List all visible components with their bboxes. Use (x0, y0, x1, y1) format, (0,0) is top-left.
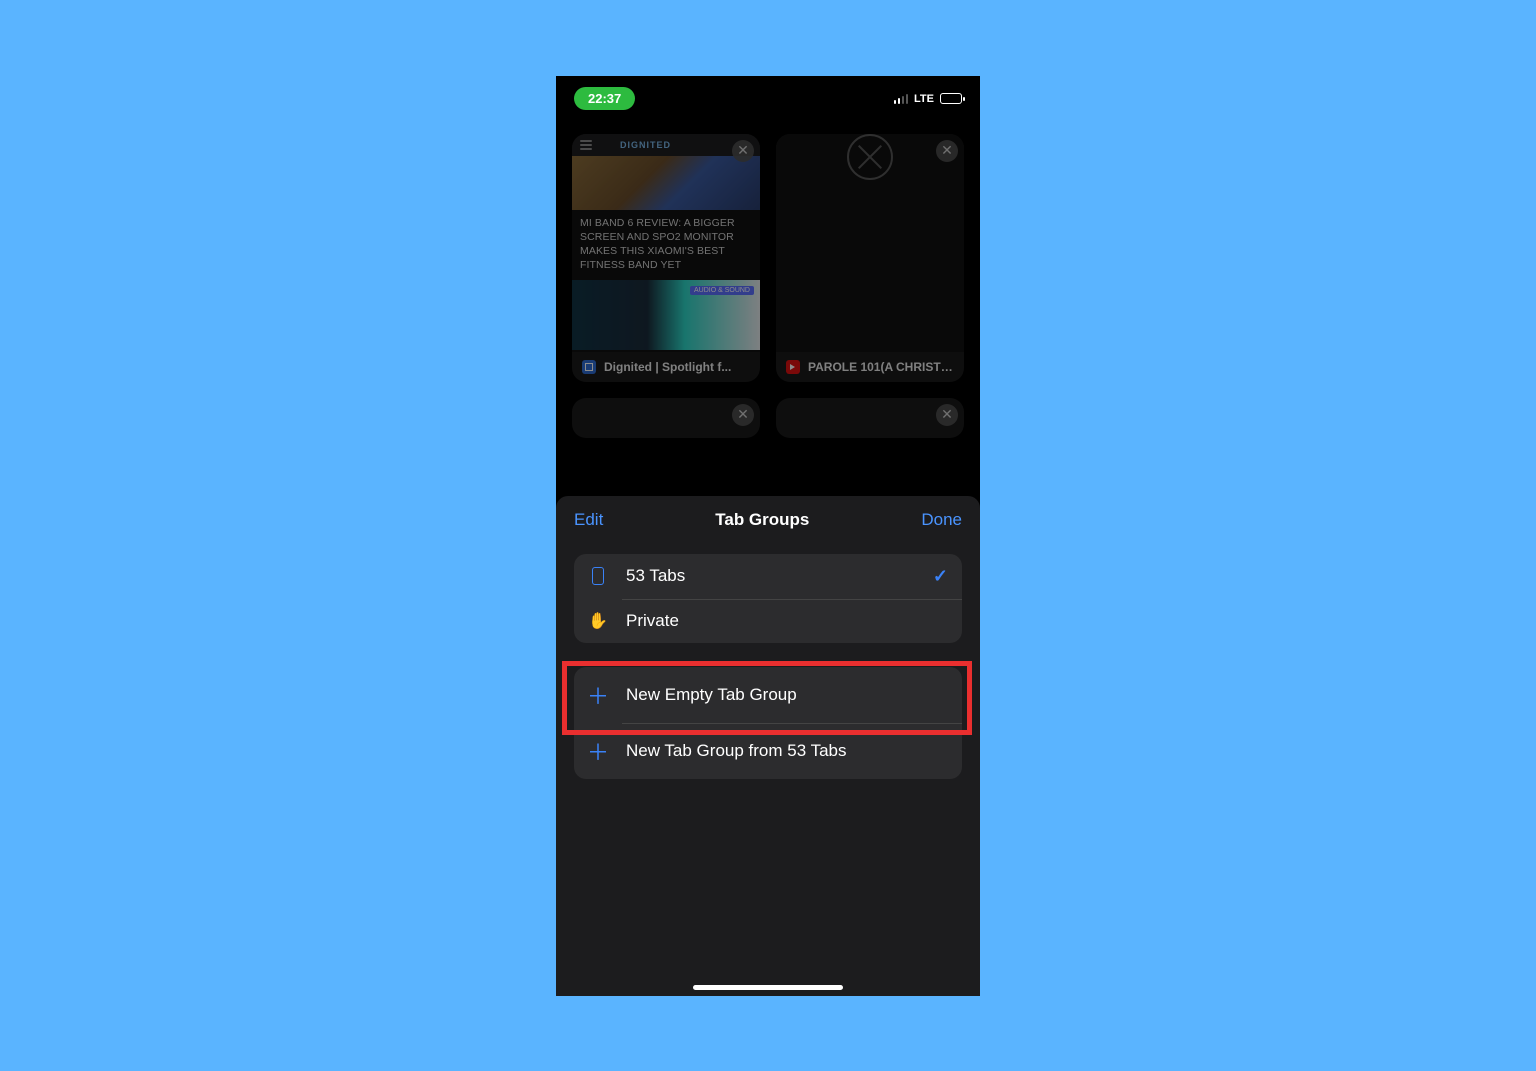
tab-group-list: 53 Tabs ✓ ✋ Private (574, 554, 962, 643)
plus-icon: ＋ (588, 679, 608, 711)
tabs-overview: ✕ DIGNITED MI BAND 6 REVIEW: A BIGGER SC… (556, 116, 980, 438)
edit-button[interactable]: Edit (574, 510, 603, 530)
tab-card-dignited[interactable]: ✕ DIGNITED MI BAND 6 REVIEW: A BIGGER SC… (572, 134, 760, 382)
status-bar: 22:37 LTE (556, 76, 980, 116)
hamburger-icon (580, 140, 592, 150)
close-tab-icon[interactable]: ✕ (936, 404, 958, 426)
article-headline: MI BAND 6 REVIEW: A BIGGER SCREEN AND SP… (572, 210, 760, 279)
tab-title: Dignited | Spotlight f... (604, 360, 731, 374)
battery-icon (940, 93, 962, 104)
favicon-dignited-icon (582, 360, 596, 374)
tab-card-parole[interactable]: ✕ PAROLE 101(A CHRISTIA... (776, 134, 964, 382)
hand-icon: ✋ (588, 611, 608, 631)
category-badge: AUDIO & SOUND (690, 286, 754, 295)
status-time[interactable]: 22:37 (574, 87, 635, 110)
status-right: LTE (894, 93, 962, 105)
home-indicator[interactable] (693, 985, 843, 990)
row-label: New Empty Tab Group (626, 685, 948, 705)
row-label: New Tab Group from 53 Tabs (626, 741, 948, 761)
close-tab-icon[interactable]: ✕ (936, 140, 958, 162)
private-row[interactable]: ✋ Private (574, 599, 962, 643)
tab-groups-sheet: Edit Tab Groups Done 53 Tabs ✓ ✋ Private… (556, 496, 980, 996)
done-button[interactable]: Done (921, 510, 962, 530)
site-logo: DIGNITED (620, 140, 671, 150)
favicon-youtube-icon (786, 360, 800, 374)
checkmark-icon: ✓ (933, 566, 948, 587)
new-group-list: ＋ New Empty Tab Group ＋ New Tab Group fr… (574, 667, 962, 779)
new-empty-tab-group-row[interactable]: ＋ New Empty Tab Group (574, 667, 962, 723)
device-icon (592, 567, 604, 585)
tab-title: PAROLE 101(A CHRISTIA... (808, 360, 954, 374)
tab-card-stub[interactable]: ✕ (776, 398, 964, 438)
plus-icon: ＋ (588, 735, 608, 767)
phone-screen: 22:37 LTE ✕ DIGNITED MI BAND 6 REVIEW: A… (556, 76, 980, 996)
new-tab-group-from-tabs-row[interactable]: ＋ New Tab Group from 53 Tabs (574, 723, 962, 779)
network-type: LTE (914, 93, 934, 105)
sheet-header: Edit Tab Groups Done (556, 496, 980, 544)
cellular-signal-icon (894, 94, 909, 104)
sheet-title: Tab Groups (715, 510, 809, 530)
row-label: 53 Tabs (626, 566, 915, 586)
close-tab-icon[interactable]: ✕ (732, 404, 754, 426)
article-second-image: AUDIO & SOUND (572, 280, 760, 350)
compass-icon (847, 134, 893, 180)
tabs-row[interactable]: 53 Tabs ✓ (574, 554, 962, 599)
close-tab-icon[interactable]: ✕ (732, 140, 754, 162)
article-hero-image (572, 156, 760, 210)
tab-card-stub[interactable]: ✕ (572, 398, 760, 438)
row-label: Private (626, 611, 948, 631)
